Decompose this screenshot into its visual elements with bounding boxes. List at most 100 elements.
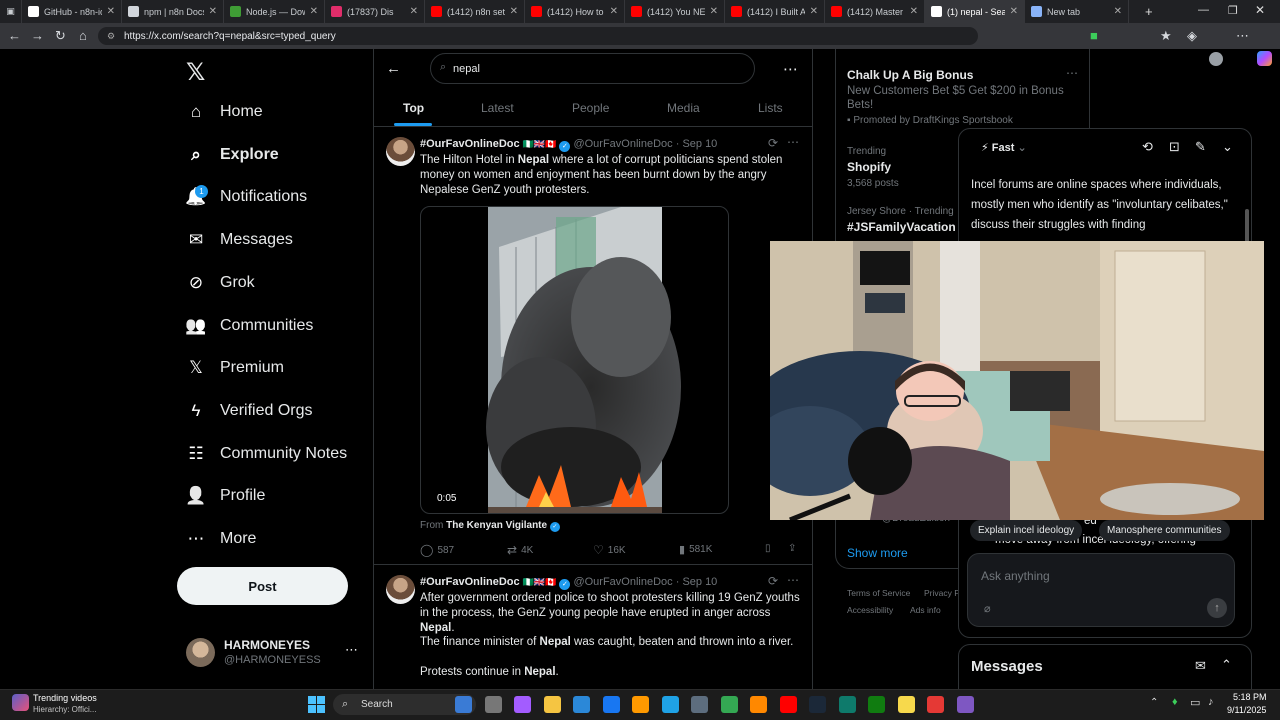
widget-title[interactable]: Trending videos: [33, 693, 97, 703]
tab-close-icon[interactable]: ✕: [510, 6, 518, 17]
nav-item-profile[interactable]: 👤 Profile: [185, 486, 265, 506]
shield-icon[interactable]: ◈: [1187, 28, 1197, 44]
nav-item-explore[interactable]: ⌕ Explore: [186, 145, 278, 165]
nav-item-more[interactable]: ⋯ More: [186, 529, 257, 549]
edge-dev-icon[interactable]: [838, 696, 856, 713]
tweet-date[interactable]: · Sep 10: [676, 138, 718, 150]
nav-item-community-notes[interactable]: ☷ Community Notes: [186, 444, 347, 464]
tab-close-icon[interactable]: ✕: [710, 6, 718, 17]
obs-icon[interactable]: [956, 696, 974, 713]
tray-chevron-icon[interactable]: ⌃: [1150, 697, 1158, 708]
grok-input[interactable]: Ask anything ⌀ ↑: [967, 553, 1235, 627]
tab-close-icon[interactable]: ✕: [410, 6, 418, 17]
browser-tab[interactable]: (1412) Master Bl ✕: [825, 0, 925, 23]
collapse-icon[interactable]: ⌄: [1222, 139, 1233, 155]
facebook-icon[interactable]: [602, 696, 620, 713]
show-more-link[interactable]: Show more: [847, 546, 908, 560]
clock-time[interactable]: 5:18 PM: [1233, 692, 1267, 702]
window-menu-icon[interactable]: ▣: [0, 0, 22, 23]
trend-name[interactable]: Shopify: [847, 160, 891, 174]
tweet-author-name[interactable]: #OurFavOnlineDoc: [420, 576, 520, 588]
back-icon[interactable]: ←: [8, 28, 21, 44]
nav-item-grok[interactable]: ⊘ Grok: [186, 273, 255, 293]
store-icon[interactable]: [573, 696, 590, 713]
search-more-icon[interactable]: ⋯: [783, 60, 798, 78]
vlc-icon[interactable]: [750, 696, 767, 713]
amazon-icon[interactable]: [632, 696, 649, 713]
compose-message-icon[interactable]: ✉: [1195, 658, 1206, 674]
browser-tab[interactable]: (17837) Dis ✕: [325, 0, 425, 23]
edge-icon[interactable]: [661, 696, 679, 713]
tweet-more-icon[interactable]: ⋯: [787, 573, 799, 587]
tab-close-icon[interactable]: ✕: [910, 6, 918, 17]
trend-name[interactable]: #JSFamilyVacation: [847, 220, 956, 234]
post-button[interactable]: Post: [177, 567, 348, 605]
tweet-author-avatar[interactable]: [386, 575, 415, 604]
nav-item-home[interactable]: ⌂ Home: [186, 102, 263, 122]
clock-date[interactable]: 9/11/2025: [1227, 705, 1266, 715]
tweet-author-handle[interactable]: @OurFavOnlineDoc: [573, 576, 672, 588]
tab-close-icon[interactable]: ✕: [1114, 6, 1122, 17]
calculator-icon[interactable]: [691, 696, 708, 713]
browser-tab[interactable]: (1412) You NEED ✕: [625, 0, 725, 23]
footer-terms[interactable]: Terms of Service: [847, 588, 910, 598]
reply-button[interactable]: ◯ 587: [420, 543, 454, 557]
new-tab-button[interactable]: +: [1145, 4, 1153, 19]
tab-lists[interactable]: Lists: [758, 101, 783, 115]
ad-more-icon[interactable]: ⋯: [1066, 66, 1078, 80]
account-avatar[interactable]: [186, 638, 215, 667]
sticky-notes-icon[interactable]: [897, 696, 915, 713]
browser-tab[interactable]: npm | n8n Docs ✕: [122, 0, 224, 23]
tray-app-icon[interactable]: ♦: [1172, 696, 1178, 708]
browser-tab[interactable]: (1412) How to R ✕: [525, 0, 625, 23]
copilot-icon[interactable]: [514, 696, 531, 713]
x-logo-icon[interactable]: 𝕏: [186, 58, 205, 87]
tab-people[interactable]: People: [572, 101, 609, 115]
minimize-icon[interactable]: —: [1198, 4, 1209, 16]
browser-tab[interactable]: (1412) n8n setup ✕: [425, 0, 525, 23]
tweet-author-avatar[interactable]: [386, 137, 415, 166]
restore-icon[interactable]: ❐: [1228, 4, 1238, 17]
refresh-icon[interactable]: ↻: [55, 28, 66, 44]
new-chat-icon[interactable]: ⊡: [1169, 139, 1180, 155]
extension-icon[interactable]: ■: [1090, 28, 1098, 44]
footer-accessibility[interactable]: Accessibility: [847, 605, 893, 615]
suggestion-chip[interactable]: Manosphere communities: [1099, 520, 1230, 541]
tab-close-icon[interactable]: ✕: [209, 6, 217, 17]
edit-icon[interactable]: ✎: [1195, 139, 1206, 155]
gallery-icon[interactable]: [455, 696, 472, 713]
video-source[interactable]: The Kenyan Vigilante: [446, 520, 547, 531]
share-icon[interactable]: ⇪: [788, 543, 796, 554]
browser-tab[interactable]: (1412) I Built An ✕: [725, 0, 825, 23]
steam-icon[interactable]: [809, 696, 826, 713]
tab-top[interactable]: Top: [403, 101, 424, 115]
tab-close-icon[interactable]: ✕: [1010, 6, 1018, 17]
browser-tab[interactable]: New tab ✕: [1025, 0, 1129, 23]
site-info-icon[interactable]: ⚙: [107, 31, 115, 42]
nav-item-verified-orgs[interactable]: ϟ Verified Orgs: [186, 401, 313, 421]
like-button[interactable]: ♡ 16K: [593, 543, 626, 557]
account-name[interactable]: HARMONEYES: [224, 638, 310, 652]
search-input[interactable]: ⌕ nepal: [430, 53, 755, 84]
tweet-author-name[interactable]: #OurFavOnlineDoc: [420, 138, 520, 150]
tweet-author-handle[interactable]: @OurFavOnlineDoc: [573, 138, 672, 150]
grok-mode-selector[interactable]: ⚡ Fast ⌄: [981, 141, 1027, 154]
tweet-video[interactable]: 0:05: [420, 206, 729, 514]
views-button[interactable]: ▮ 581K: [679, 543, 712, 556]
attach-icon[interactable]: ⌀: [984, 602, 991, 615]
history-icon[interactable]: ⟲: [1142, 139, 1153, 155]
network-icon[interactable]: ▭: [1190, 696, 1200, 709]
footer-ads-info[interactable]: Ads info: [910, 605, 941, 615]
repost-button[interactable]: ⇄ 4K: [507, 543, 533, 557]
tab-close-icon[interactable]: ✕: [107, 6, 115, 17]
tweet-more-icon[interactable]: ⋯: [787, 135, 799, 149]
close-window-icon[interactable]: ✕: [1255, 3, 1265, 17]
tab-close-icon[interactable]: ✕: [310, 6, 318, 17]
copilot-icon[interactable]: [1257, 51, 1272, 66]
snip-icon[interactable]: [927, 696, 944, 713]
windows-start-icon[interactable]: [308, 696, 325, 713]
account-menu-icon[interactable]: ⋯: [345, 642, 358, 658]
browser-tab[interactable]: Node.js — Down ✕: [224, 0, 325, 23]
volume-icon[interactable]: ♪: [1208, 696, 1214, 708]
ad-title[interactable]: Chalk Up A Big Bonus: [847, 68, 973, 82]
